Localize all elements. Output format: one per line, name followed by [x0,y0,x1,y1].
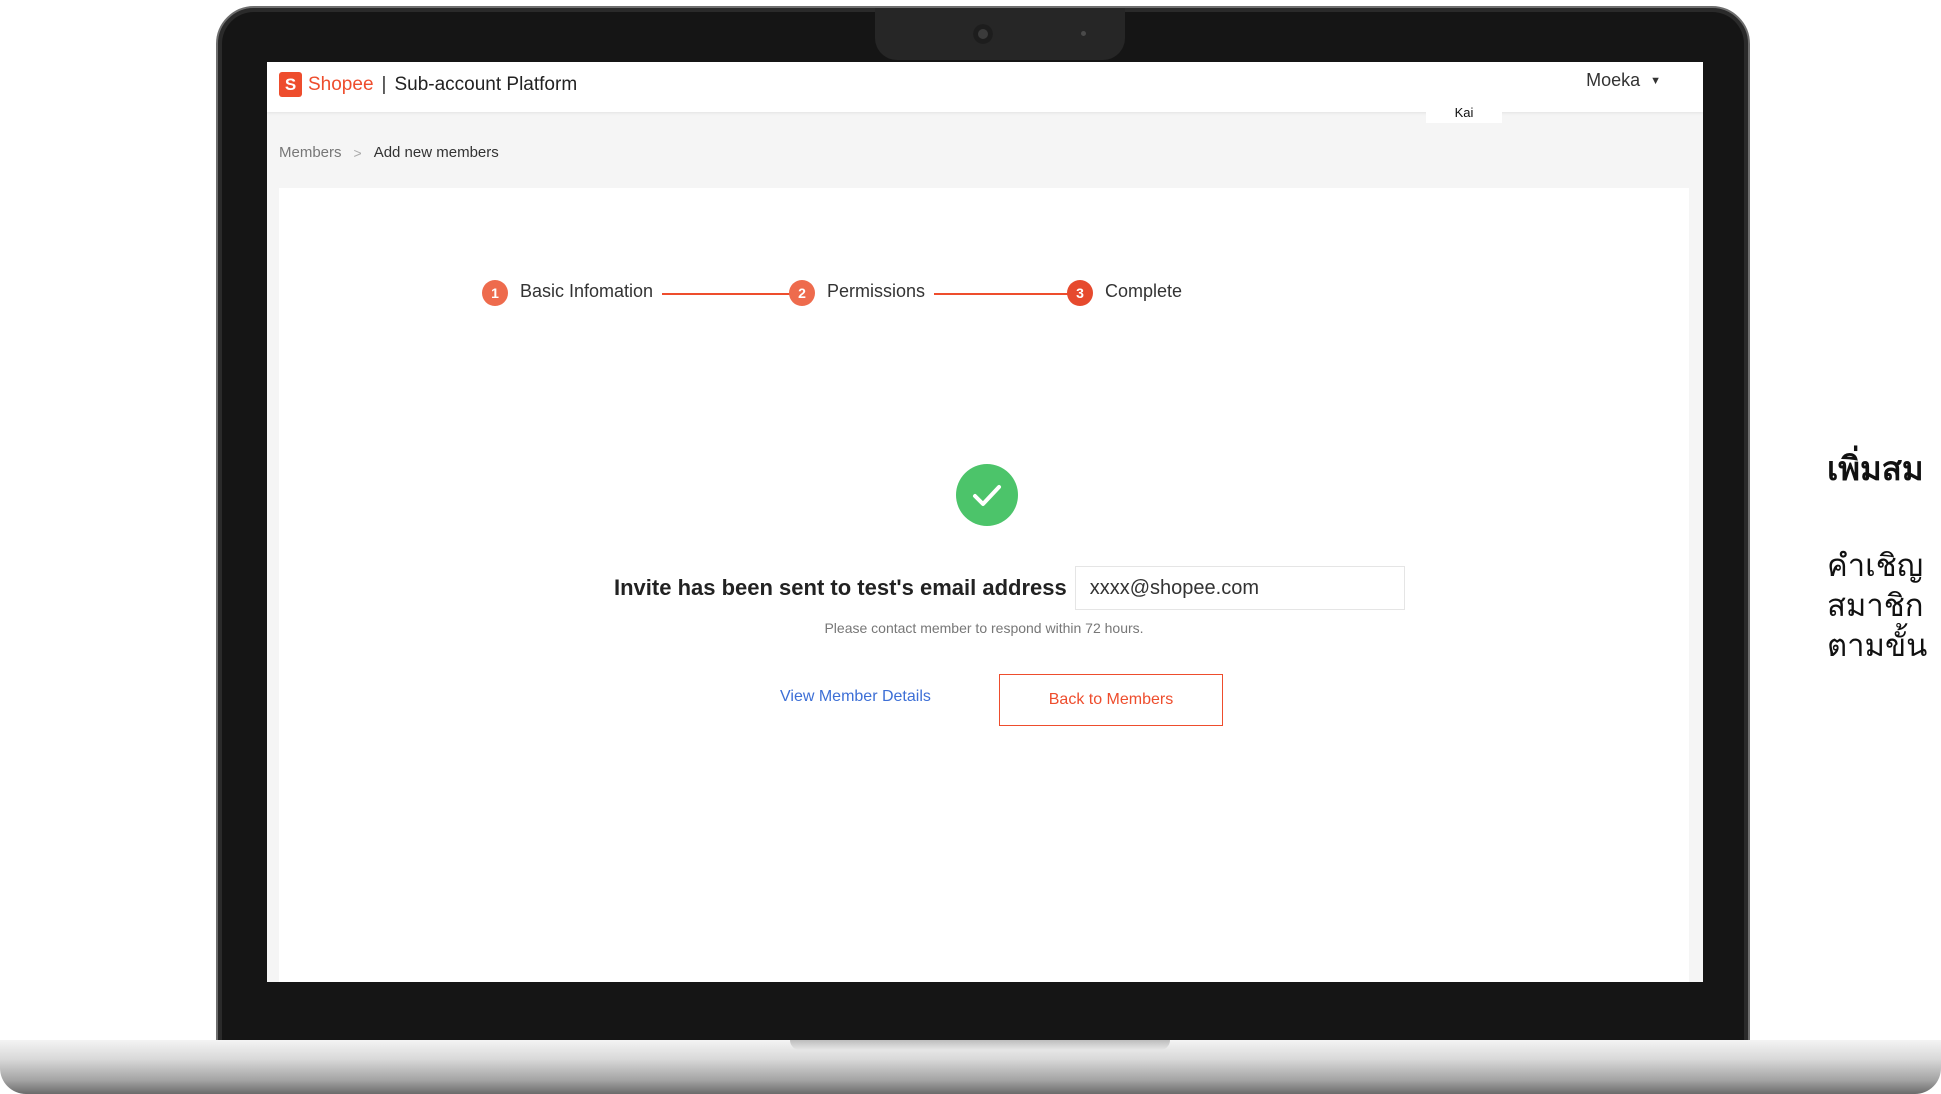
back-to-members-button[interactable]: Back to Members [999,674,1223,726]
step-number: 3 [1067,280,1093,306]
breadcrumb: Members > Add new members [279,144,499,161]
step-connector [662,293,802,295]
chevron-right-icon: > [353,144,362,161]
content-card: 1 Basic Infomation 2 Permissions 3 Compl… [279,188,1689,982]
step-number: 1 [482,280,508,306]
user-menu[interactable]: Moeka ▼ [1586,70,1661,91]
logo[interactable]: S Shopee | Sub-account Platform [279,72,577,97]
brand-name: Shopee [308,73,374,95]
side-description: คำเชิญ สมาชิก ตามขั้น [1827,546,1927,666]
side-line: ตามขั้น [1827,628,1928,664]
title-separator: | [381,73,387,95]
side-heading: เพิ่มสม [1827,449,1924,488]
invite-message-row: Invite has been sent to test's email add… [614,566,1405,610]
webcam-icon [973,24,993,44]
step-label: Complete [1105,280,1183,301]
app-screen: S Shopee | Sub-account Platform Moeka ▼ … [267,62,1703,982]
caret-down-icon: ▼ [1650,74,1661,87]
step-connector [934,293,1074,295]
side-line: สมาชิก [1827,588,1924,624]
step-label: Permissions [827,280,926,301]
side-line: คำเชิญ [1827,548,1924,584]
breadcrumb-members[interactable]: Members [279,144,342,161]
step-basic-information: 1 Basic Infomation [482,276,653,306]
platform-title: Sub-account Platform [394,73,578,95]
laptop-base-notch [790,1040,1170,1050]
step-permissions: 2 Permissions [789,276,925,306]
hover-tag: Kai [1426,101,1502,123]
page: S Shopee | Sub-account Platform Moeka ▼ … [0,0,1941,1094]
breadcrumb-current: Add new members [373,144,499,161]
respond-notice: Please contact member to respond within … [824,620,1144,636]
view-member-details-link[interactable]: View Member Details [780,688,931,706]
laptop-notch [875,8,1125,60]
check-circle-icon [956,464,1018,526]
shopee-bag-icon: S [279,72,302,97]
step-number: 2 [789,280,815,306]
step-label: Basic Infomation [520,280,654,301]
step-complete: 3 Complete [1067,276,1182,306]
invite-message: Invite has been sent to test's email add… [614,575,1067,600]
light-sensor [1081,31,1086,36]
user-name: Moeka [1586,70,1641,90]
email-field[interactable]: xxxx@shopee.com [1074,566,1405,610]
